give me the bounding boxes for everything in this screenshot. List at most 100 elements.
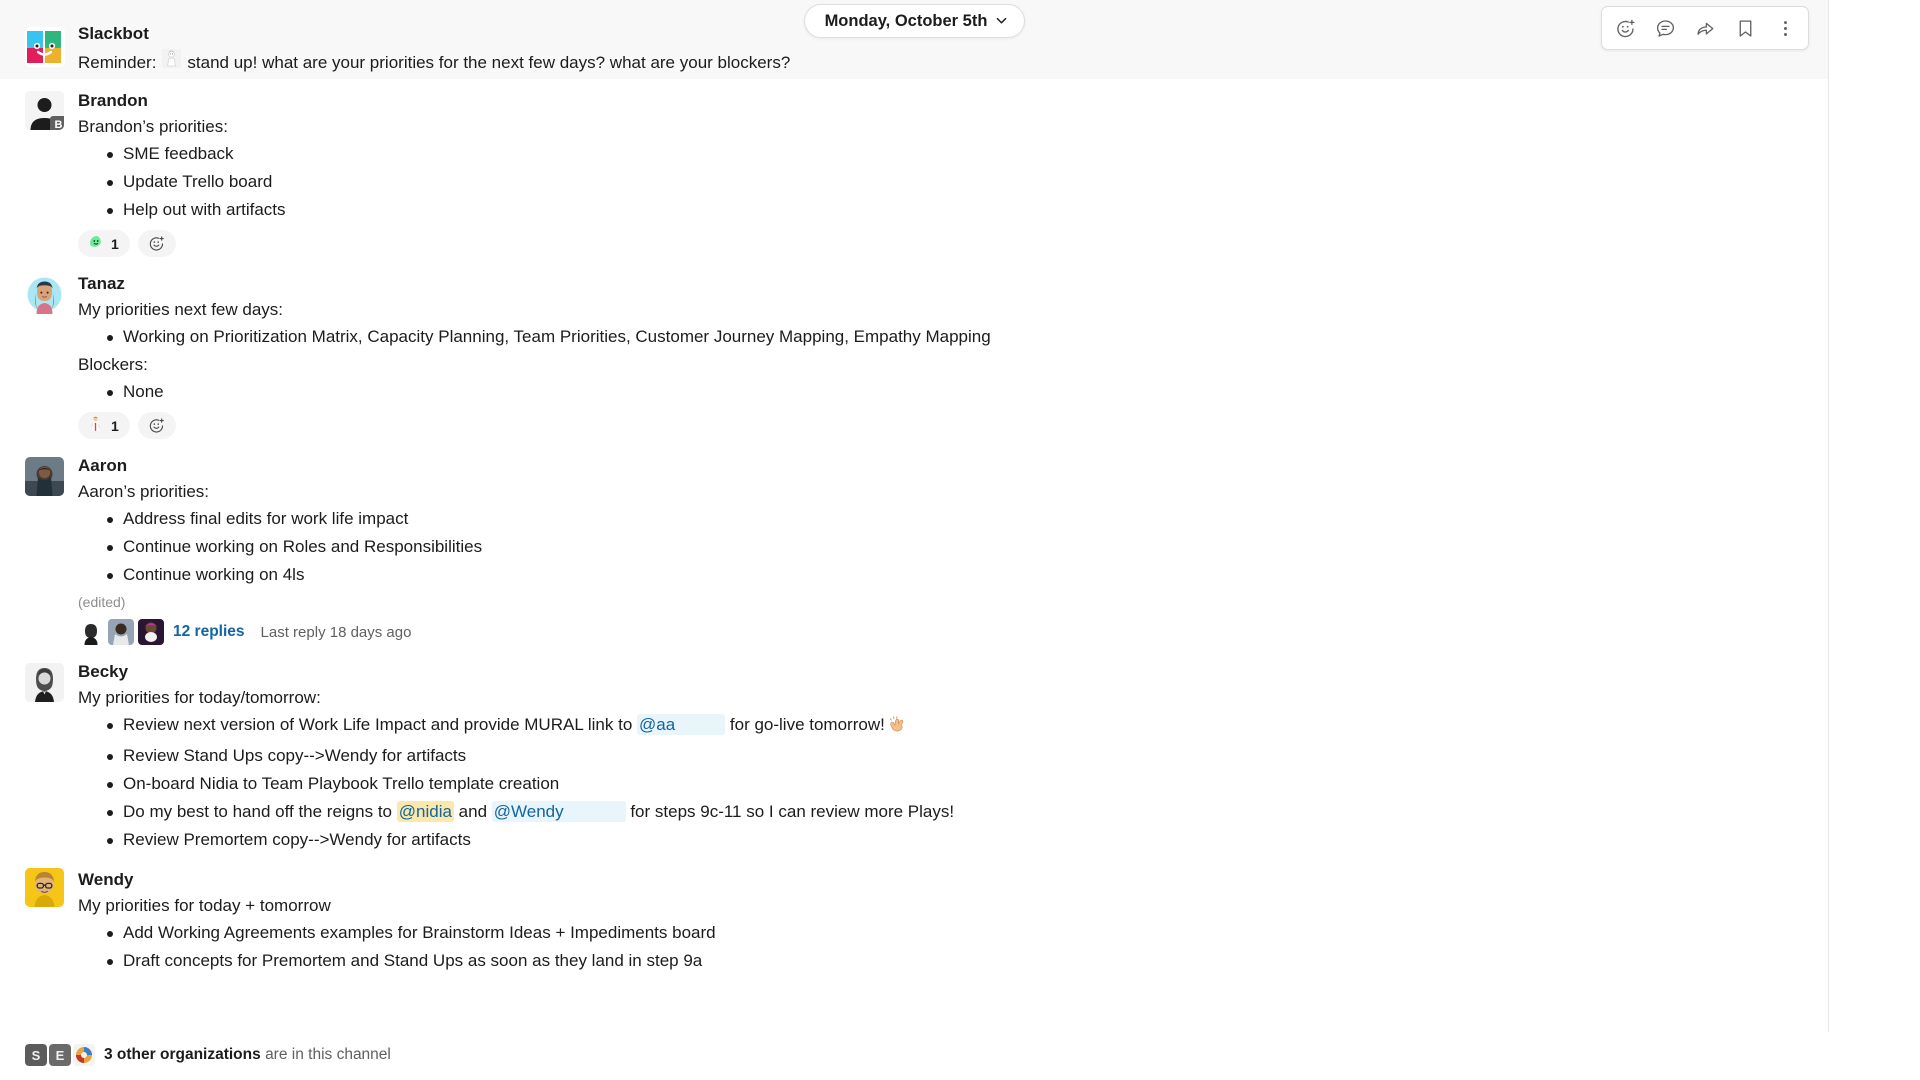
message-author[interactable]: Wendy — [78, 868, 133, 891]
message-aaron: Aaron Aaron’s priorities: Address final … — [0, 445, 1828, 651]
more-actions-icon[interactable] — [1766, 10, 1804, 46]
org-icon-3 — [73, 1044, 95, 1066]
message-actions-toolbar — [1601, 6, 1809, 50]
avatar[interactable]: B — [25, 91, 64, 130]
bullet-text: and — [453, 802, 492, 821]
mention-label: @Wendy — [493, 802, 564, 821]
message-author[interactable]: Tanaz — [78, 272, 125, 295]
thread-avatar — [108, 619, 134, 645]
mention-label: @aa — [639, 715, 676, 734]
org-icon-list: S E — [25, 1044, 95, 1066]
right-gutter — [1829, 0, 1920, 1080]
list-item: Do my best to hand off the reigns to @ni… — [78, 798, 1803, 826]
message-blockers-bullets: None — [78, 378, 1803, 406]
mention-label: @nidia — [398, 802, 452, 821]
thread-replies-link[interactable]: 12 replies — [173, 623, 245, 641]
list-item: None — [78, 378, 1803, 406]
reminder-prefix: Reminder: — [78, 52, 157, 72]
message-intro: Brandon’s priorities: — [78, 117, 228, 136]
message-blockers-label: Blockers: — [78, 355, 148, 374]
add-reaction-button[interactable] — [137, 230, 176, 257]
chevron-down-icon — [996, 15, 1007, 26]
date-pill-button[interactable]: Monday, October 5th — [803, 4, 1026, 38]
org-footer-text: 3 other organizations are in this channe… — [104, 1046, 391, 1064]
reaction-pill[interactable]: 1 — [78, 412, 130, 439]
list-item: Review Premortem copy-->Wendy for artifa… — [78, 826, 1803, 854]
message-intro: My priorities for today/tomorrow: — [78, 688, 321, 707]
green-blob-emoji — [87, 233, 104, 255]
bookmark-icon[interactable] — [1726, 10, 1764, 46]
edited-label: (edited) — [78, 594, 126, 610]
reaction-count: 1 — [111, 235, 119, 252]
bullet-text: for steps 9c-11 so I can review more Pla… — [625, 802, 955, 821]
list-item: Update Trello board — [78, 168, 1803, 196]
message-bullets: Address final edits for work life impact… — [78, 505, 1803, 589]
slackbot-reminder-text: Reminder: stand up! what are your priori… — [78, 45, 1828, 75]
reply-in-thread-icon[interactable] — [1646, 10, 1684, 46]
reminder-body: stand up! what are your priorities for t… — [187, 52, 791, 72]
list-item: SME feedback — [78, 140, 1803, 168]
slack-message-view: Monday, October 5th Slackbot Reminder: s… — [0, 0, 1920, 1080]
list-item: On-board Nidia to Team Playbook Trello t… — [78, 770, 1803, 798]
message-author[interactable]: Brandon — [78, 89, 148, 112]
message-intro: My priorities for today + tomorrow — [78, 896, 331, 915]
list-item: Review Stand Ups copy-->Wendy for artifa… — [78, 742, 1803, 770]
date-pill-label: Monday, October 5th — [824, 11, 988, 30]
clapping-hands-emoji — [888, 714, 906, 742]
list-item: Help out with artifacts — [78, 196, 1803, 224]
message-wendy: Wendy My priorities for today + tomorrow… — [0, 856, 1828, 977]
slackbot-avatar[interactable] — [25, 27, 65, 67]
message-becky: Becky My priorities for today/tomorrow: … — [0, 651, 1828, 856]
add-reaction-button[interactable] — [137, 412, 176, 439]
message-tanaz: Tanaz My priorities next few days: Worki… — [0, 263, 1828, 445]
message-brandon: B Brandon Brandon’s priorities: SME feed… — [0, 79, 1828, 263]
message-bullets: Add Working Agreements examples for Brai… — [78, 919, 1803, 975]
other-organizations-footer: S E 3 other organizations are in this ch… — [0, 1032, 1829, 1080]
user-mention[interactable]: @Wendy — [491, 801, 626, 822]
message-bullets: Review next version of Work Life Impact … — [78, 711, 1803, 854]
thread-replies-row[interactable]: 12 replies Last reply 18 days ago — [78, 613, 1803, 649]
message-bullets: SME feedback Update Trello board Help ou… — [78, 140, 1803, 224]
list-item: Review next version of Work Life Impact … — [78, 711, 1803, 742]
avatar[interactable] — [25, 275, 64, 314]
forward-message-icon[interactable] — [1686, 10, 1724, 46]
message-pane: Monday, October 5th Slackbot Reminder: s… — [0, 0, 1829, 1080]
thread-avatar — [78, 619, 104, 645]
add-reaction-icon[interactable] — [1606, 10, 1644, 46]
org-suffix-label: are in this channel — [265, 1046, 391, 1063]
user-mention-self[interactable]: @nidia — [396, 801, 454, 822]
list-item: Continue working on 4ls — [78, 561, 1803, 589]
list-item: Add Working Agreements examples for Brai… — [78, 919, 1803, 947]
reactions-bar: 1 — [78, 406, 1803, 443]
org-count-label: 3 other organizations — [104, 1046, 261, 1063]
standing-person-emoji — [162, 49, 182, 75]
list-item: Address final edits for work life impact — [78, 505, 1803, 533]
org-icon-1: S — [25, 1044, 47, 1066]
svg-text:S: S — [32, 1048, 41, 1063]
message-bullets: Working on Prioritization Matrix, Capaci… — [78, 323, 1803, 351]
list-item: Draft concepts for Premortem and Stand U… — [78, 947, 1803, 975]
reaction-count: 1 — [111, 417, 119, 434]
reaction-pill[interactable]: 1 — [78, 230, 130, 257]
thread-last-reply: Last reply 18 days ago — [260, 623, 412, 641]
list-item: Working on Prioritization Matrix, Capaci… — [78, 323, 1803, 351]
bullet-text: Do my best to hand off the reigns to — [123, 802, 397, 821]
person-emoji — [87, 415, 104, 437]
message-author[interactable]: Aaron — [78, 454, 127, 477]
list-item: Continue working on Roles and Responsibi… — [78, 533, 1803, 561]
thread-participant-avatars — [78, 619, 164, 645]
avatar[interactable] — [25, 457, 64, 496]
thread-avatar — [138, 619, 164, 645]
user-mention[interactable]: @aa — [637, 714, 726, 735]
bullet-text: Review next version of Work Life Impact … — [123, 715, 637, 734]
org-icon-2: E — [49, 1044, 71, 1066]
avatar[interactable] — [25, 663, 64, 702]
reactions-bar: 1 — [78, 224, 1803, 261]
svg-text:E: E — [56, 1048, 65, 1063]
bot-badge: B — [50, 116, 64, 130]
message-intro: My priorities next few days: — [78, 300, 284, 319]
message-author[interactable]: Becky — [78, 660, 128, 683]
bullet-text: for go-live tomorrow! — [725, 715, 885, 734]
message-intro: Aaron’s priorities: — [78, 482, 210, 501]
avatar[interactable] — [25, 868, 64, 907]
